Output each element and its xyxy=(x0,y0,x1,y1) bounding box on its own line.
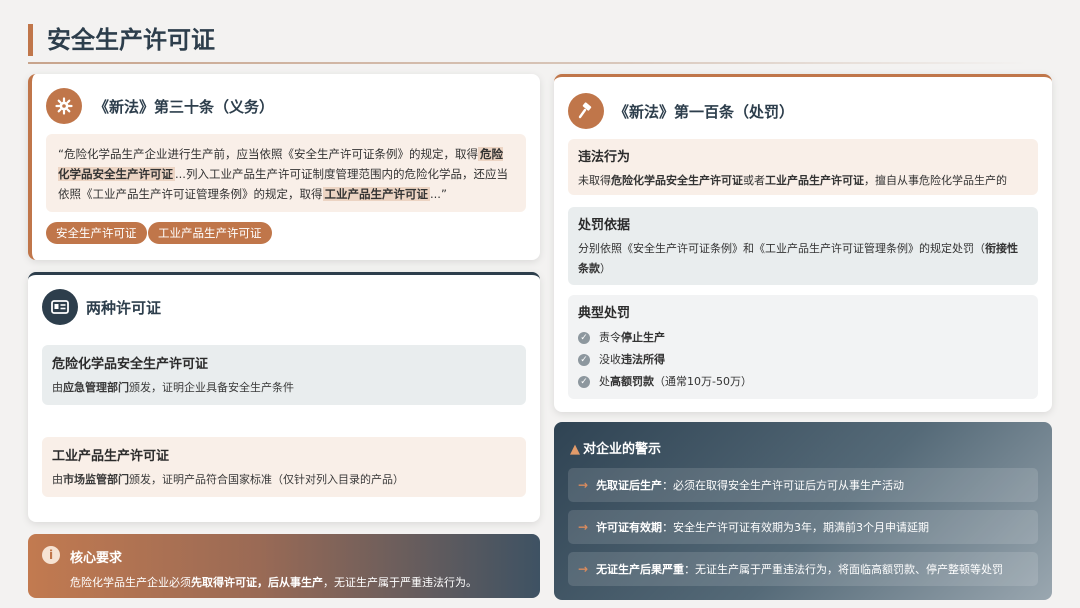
tag-safety-permit: 安全生产许可证 xyxy=(46,222,147,244)
arrow-right-icon: → xyxy=(578,520,589,534)
warning-item-bold: 先取证后生产 xyxy=(596,479,663,492)
desc-pre: 由 xyxy=(52,381,63,394)
core-title: 核心要求 xyxy=(70,551,123,566)
warning-item: → 先取证后生产 ：必须在取得安全生产许可证后方可从事生产活动 xyxy=(568,468,1038,502)
gear-icon xyxy=(46,88,82,124)
tag-industrial-permit: 工业产品生产许可证 xyxy=(148,222,272,244)
violation-title: 违法行为 xyxy=(578,150,631,165)
violation-text: 未取得危险化学品安全生产许可证或者工业产品生产许可证，擅自从事危险化学品生产的 xyxy=(578,171,1028,191)
item-bold: 停止生产 xyxy=(621,331,665,344)
typical-title: 典型处罚 xyxy=(578,306,631,321)
desc-bold: 应急管理部门 xyxy=(63,381,129,394)
typical-list: ✓ 责令 停止生产 ✓ 没收 违法所得 ✓ 处高额罚款 （通常10万-50万） xyxy=(578,327,1028,393)
title-divider xyxy=(28,62,1028,64)
core-text: 危险化学品生产企业必须先取得许可证，后从事生产，无证生产属于严重违法行为。 xyxy=(70,574,477,590)
gear-icon-svg xyxy=(55,97,73,115)
v-p1: 未取得 xyxy=(578,174,611,187)
basis-title: 处罚依据 xyxy=(578,218,631,233)
id-card-icon-svg xyxy=(51,300,69,314)
warning-item: → 无证生产后果严重 ：无证生产属于严重违法行为，将面临高额罚款、停产整顿等处罚 xyxy=(568,552,1038,586)
core-text-pre: 危险化学品生产企业必须 xyxy=(70,576,191,589)
arrow-right-icon: → xyxy=(578,478,589,492)
v-b2: 工业产品生产许可证 xyxy=(765,174,864,187)
permit-industrial-title: 工业产品生产许可证 xyxy=(52,449,170,464)
law30-heading: 《新法》第三十条（义务） xyxy=(94,98,275,116)
two-permits-card: 两种许可证 危险化学品安全生产许可证 由应急管理部门颁发，证明企业具备安全生产条… xyxy=(28,272,540,522)
warning-item-bold: 许可证有效期 xyxy=(596,521,663,534)
permit-hazchem-desc: 由应急管理部门颁发，证明企业具备安全生产条件 xyxy=(52,380,516,396)
arrow-right-icon: → xyxy=(578,562,589,576)
desc-bold: 市场监管部门 xyxy=(63,473,129,486)
desc-post: 颁发，证明企业具备安全生产条件 xyxy=(129,381,294,394)
v-p2: 或者 xyxy=(743,174,765,187)
law30-quote: “危险化学品生产企业进行生产前，应当依照《安全生产许可证条例》的规定，取得 危险化… xyxy=(46,134,526,212)
check-icon: ✓ xyxy=(578,354,590,366)
item-bold: 违法所得 xyxy=(621,353,665,366)
warning-heading: ▲ 对企业的警示 xyxy=(570,438,661,457)
typical-penalty-box: 典型处罚 ✓ 责令 停止生产 ✓ 没收 违法所得 ✓ 处高额罚款 （通常10万-50万） xyxy=(568,295,1038,399)
b-p1: 分别依照《安全生产许可证条例》和《工业产品生产许可证管理条例》的规定处罚（ xyxy=(578,242,985,255)
item-pre: 责令 xyxy=(599,331,621,344)
core-text-post: ，无证生产属于严重违法行为。 xyxy=(323,576,477,589)
list-item: ✓ 没收 违法所得 xyxy=(578,349,1028,371)
permit-industrial: 工业产品生产许可证 由市场监管部门颁发，证明产品符合国家标准（仅针对列入目录的产… xyxy=(42,437,526,497)
warning-card: ▲ 对企业的警示 → 先取证后生产 ：必须在取得安全生产许可证后方可从事生产活动 → 许… xyxy=(554,422,1052,600)
law100-card: 《新法》第一百条（处罚） 违法行为 未取得危险化学品安全生产许可证或者工业产品生… xyxy=(554,74,1052,412)
warning-title: 对企业的警示 xyxy=(583,442,662,457)
v-p3: ，擅自从事危险化学品生产的 xyxy=(864,174,1007,187)
two-permits-heading: 两种许可证 xyxy=(86,299,162,317)
permit-industrial-desc: 由市场监管部门颁发，证明产品符合国家标准（仅针对列入目录的产品） xyxy=(52,472,516,488)
law100-heading: 《新法》第一百条（处罚） xyxy=(614,103,795,121)
basis-box: 处罚依据 分别依照《安全生产许可证条例》和《工业产品生产许可证管理条例》的规定处… xyxy=(568,207,1038,285)
item-pre: 处 xyxy=(599,375,610,388)
warning-item: → 许可证有效期 ：安全生产许可证有效期为3年，期满前3个月申请延期 xyxy=(568,510,1038,544)
quote-text-1: “危险化学品生产企业进行生产前，应当依照《安全生产许可证条例》的规定，取得 xyxy=(58,147,478,161)
quote-text-3: ...” xyxy=(430,187,447,201)
b-p2: ） xyxy=(600,262,611,275)
law30-card: 《新法》第三十条（义务） “危险化学品生产企业进行生产前，应当依照《安全生产许可… xyxy=(28,74,540,260)
warning-item-bold: 无证生产后果严重 xyxy=(596,563,685,576)
gavel-icon-svg xyxy=(578,102,592,119)
violation-box: 违法行为 未取得危险化学品安全生产许可证或者工业产品生产许可证，擅自从事危险化学… xyxy=(568,139,1038,195)
permit-hazchem: 危险化学品安全生产许可证 由应急管理部门颁发，证明企业具备安全生产条件 xyxy=(42,345,526,405)
check-icon: ✓ xyxy=(578,332,590,344)
check-icon: ✓ xyxy=(578,376,590,388)
item-post: （通常10万-50万） xyxy=(654,375,752,388)
item-pre: 没收 xyxy=(599,353,621,366)
info-icon: i xyxy=(42,546,60,564)
gavel-icon xyxy=(568,93,604,129)
warning-item-text: ：安全生产许可证有效期为3年，期满前3个月申请延期 xyxy=(662,521,930,534)
basis-text: 分别依照《安全生产许可证条例》和《工业产品生产许可证管理条例》的规定处罚（衔接性… xyxy=(578,239,1028,279)
core-requirement-banner: i 核心要求 危险化学品生产企业必须先取得许可证，后从事生产，无证生产属于严重违… xyxy=(28,534,540,598)
core-text-bold: 先取得许可证，后从事生产 xyxy=(191,576,323,589)
list-item: ✓ 处高额罚款 （通常10万-50万） xyxy=(578,371,1028,393)
desc-post: 颁发，证明产品符合国家标准（仅针对列入目录的产品） xyxy=(129,473,404,486)
id-card-icon xyxy=(42,289,78,325)
v-b1: 危险化学品安全生产许可证 xyxy=(611,174,743,187)
warning-item-text: ：无证生产属于严重违法行为，将面临高额罚款、停产整顿等处罚 xyxy=(684,563,1004,576)
page-title: 安全生产许可证 xyxy=(28,24,215,56)
warning-item-text: ：必须在取得安全生产许可证后方可从事生产活动 xyxy=(662,479,905,492)
list-item: ✓ 责令 停止生产 xyxy=(578,327,1028,349)
desc-pre: 由 xyxy=(52,473,63,486)
quote-highlight-2: 工业产品生产许可证 xyxy=(322,187,430,201)
warning-icon: ▲ xyxy=(570,442,580,457)
item-bold: 高额罚款 xyxy=(610,375,654,388)
permit-hazchem-title: 危险化学品安全生产许可证 xyxy=(52,357,209,372)
